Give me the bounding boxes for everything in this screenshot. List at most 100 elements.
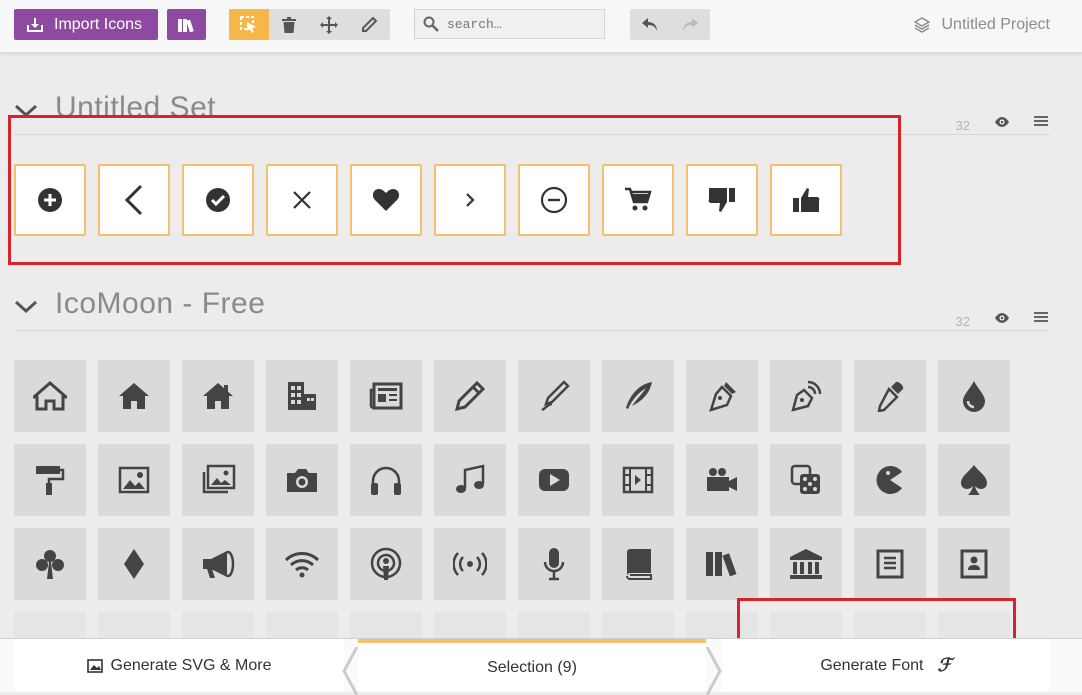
glyph-tile[interactable] — [854, 528, 926, 600]
pencil-icon — [455, 381, 485, 411]
headphones-icon — [371, 466, 401, 495]
glyph-tile[interactable] — [434, 164, 506, 236]
glyph-tile[interactable] — [938, 360, 1010, 432]
eyedropper-icon — [877, 381, 904, 412]
glyph-tile[interactable] — [518, 444, 590, 516]
select-tool-button[interactable] — [229, 9, 269, 40]
glyph-tile[interactable] — [14, 360, 86, 432]
pencil2-icon — [541, 380, 570, 412]
glyph-tile[interactable] — [266, 360, 338, 432]
glyph-tile[interactable] — [854, 360, 926, 432]
glyph-tile[interactable] — [434, 444, 506, 516]
music-icon — [456, 464, 485, 493]
generate-svg-label: Generate SVG & More — [110, 656, 272, 674]
thumbs-up-icon — [793, 188, 820, 212]
glyph-tile[interactable] — [518, 164, 590, 236]
move-icon — [320, 15, 338, 34]
camera-icon — [287, 469, 317, 492]
move-tool-button[interactable] — [309, 9, 349, 40]
edit-tools — [229, 9, 390, 40]
minus-circle-icon — [540, 186, 568, 214]
untitled-set-grid — [14, 164, 1010, 236]
books-icon — [706, 552, 737, 577]
glyph-tile[interactable] — [98, 528, 170, 600]
glyph-tile[interactable] — [686, 360, 758, 432]
arrow-left-separator-icon — [342, 647, 359, 695]
clubs-icon — [36, 550, 64, 579]
glyph-tile[interactable] — [770, 360, 842, 432]
menu-icon[interactable] — [1034, 115, 1048, 127]
podcast-icon — [370, 547, 402, 580]
import-icons-label: Import Icons — [54, 15, 143, 33]
glyph-tile[interactable] — [14, 444, 86, 516]
glyph-tile[interactable] — [602, 444, 674, 516]
glyph-tile[interactable] — [182, 444, 254, 516]
import-icons-button[interactable]: Import Icons — [14, 9, 158, 40]
glyph-tile[interactable] — [350, 360, 422, 432]
selection-tab[interactable]: Selection (9) — [358, 639, 706, 692]
image-icon — [118, 466, 150, 494]
glyph-tile[interactable] — [266, 528, 338, 600]
glyph-tile[interactable] — [686, 528, 758, 600]
chevron-down-icon[interactable] — [14, 300, 38, 314]
search-input[interactable] — [445, 15, 599, 33]
library-button[interactable] — [167, 9, 206, 40]
glyph-tile[interactable] — [770, 528, 842, 600]
film-icon — [622, 466, 654, 494]
eye-icon[interactable] — [994, 312, 1010, 324]
undo-button[interactable] — [630, 9, 670, 40]
glyph-tile[interactable] — [686, 444, 758, 516]
glyph-tile[interactable] — [434, 528, 506, 600]
pen-icon — [709, 382, 736, 412]
glyph-tile[interactable] — [182, 164, 254, 236]
file-text-icon — [876, 549, 904, 579]
glyph-tile[interactable] — [938, 444, 1010, 516]
check-circle-icon — [206, 188, 230, 212]
glyph-tile[interactable] — [854, 444, 926, 516]
trash-icon — [282, 16, 296, 33]
glyph-tile[interactable] — [686, 164, 758, 236]
layers-icon — [913, 17, 930, 33]
glyph-tile[interactable] — [98, 164, 170, 236]
glyph-tile[interactable] — [98, 360, 170, 432]
office-icon — [288, 382, 316, 410]
glyph-tile[interactable] — [602, 164, 674, 236]
glyph-tile[interactable] — [350, 528, 422, 600]
delete-tool-button[interactable] — [269, 9, 309, 40]
glyph-tile[interactable] — [266, 164, 338, 236]
selection-label: Selection (9) — [487, 658, 577, 676]
search-icon — [423, 16, 439, 32]
project-menu[interactable]: Untitled Project — [913, 16, 1050, 34]
chevron-right-icon — [466, 193, 475, 207]
paint-format-icon — [36, 466, 65, 495]
set-header-icomoon: IcoMoon - Free 32 — [14, 287, 1050, 331]
droplet-icon — [963, 381, 985, 412]
glyph-tile[interactable] — [350, 164, 422, 236]
glyph-tile[interactable] — [938, 528, 1010, 600]
dice-icon — [790, 464, 820, 494]
glyph-tile[interactable] — [98, 444, 170, 516]
eye-icon[interactable] — [994, 116, 1010, 128]
chevron-down-icon[interactable] — [14, 104, 38, 118]
set-header-untitled: Untitled Set 32 — [14, 91, 1050, 135]
glyph-tile[interactable] — [350, 444, 422, 516]
glyph-tile[interactable] — [182, 528, 254, 600]
glyph-tile[interactable] — [770, 164, 842, 236]
blog-icon — [791, 380, 822, 412]
glyph-tile[interactable] — [770, 444, 842, 516]
redo-button[interactable] — [670, 9, 710, 40]
glyph-tile[interactable] — [434, 360, 506, 432]
menu-icon[interactable] — [1034, 311, 1048, 323]
glyph-tile[interactable] — [182, 360, 254, 432]
glyph-tile[interactable] — [602, 360, 674, 432]
glyph-tile[interactable] — [14, 528, 86, 600]
edit-tool-button[interactable] — [349, 9, 389, 40]
cart-icon — [625, 187, 652, 211]
generate-svg-button[interactable]: Generate SVG & More — [14, 639, 344, 692]
glyph-tile[interactable] — [602, 528, 674, 600]
glyph-tile[interactable] — [518, 528, 590, 600]
glyph-tile[interactable] — [14, 164, 86, 236]
glyph-tile[interactable] — [518, 360, 590, 432]
generate-font-button[interactable]: Generate Font ℱ — [722, 639, 1050, 692]
glyph-tile[interactable] — [266, 444, 338, 516]
